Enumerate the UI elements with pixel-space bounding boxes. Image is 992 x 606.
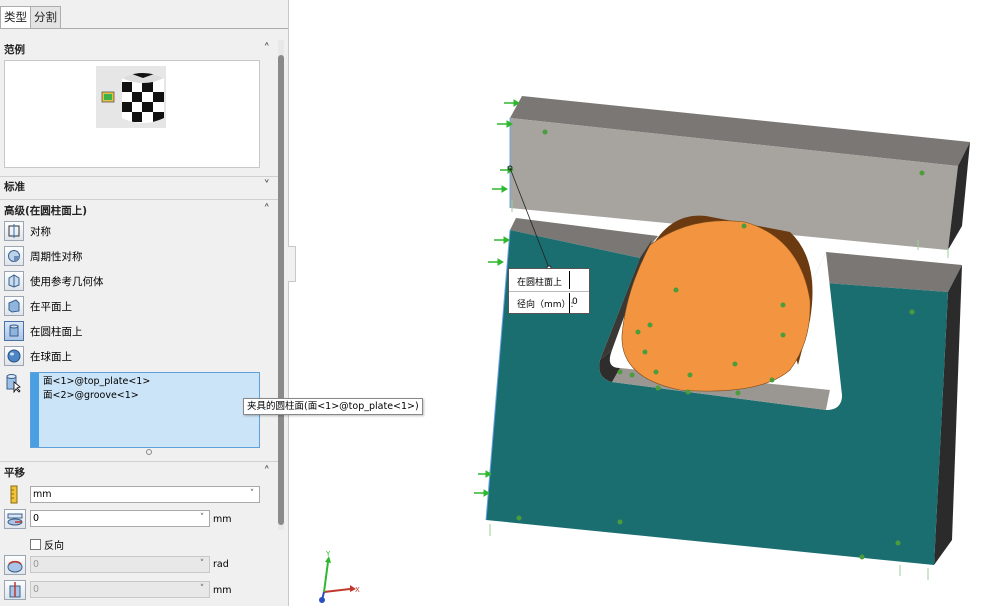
graphics-viewport[interactable]: Y X 在圆柱面上 径向（mm）: 0 xyxy=(290,0,992,606)
chevron-up-icon[interactable]: ˄ xyxy=(264,462,271,484)
panel-tabs: 类型 分割 xyxy=(0,6,61,28)
tab-split[interactable]: 分割 xyxy=(30,6,61,28)
triad-y-label: Y xyxy=(325,550,331,558)
units-select[interactable]: mm ˅ xyxy=(30,486,260,503)
section-example-title: 范例 xyxy=(4,44,25,56)
option-on-cylindrical-faces[interactable]: 在圆柱面上 xyxy=(4,320,83,342)
option-label: 使用参考几何体 xyxy=(30,275,104,288)
axial-unit: mm xyxy=(213,585,232,596)
radial-direction-icon[interactable] xyxy=(4,509,26,529)
units-icon xyxy=(8,485,20,505)
cyclic-symmetry-icon xyxy=(4,246,24,266)
callout-radial-label: 径向（mm）: xyxy=(517,300,574,310)
option-symmetric[interactable]: 对称 xyxy=(4,220,51,242)
circumferential-unit: rad xyxy=(213,559,229,570)
list-item[interactable]: 面<1>@top_plate<1> xyxy=(43,375,259,389)
tab-divider xyxy=(0,28,288,29)
chevron-down-icon[interactable]: ˅ xyxy=(264,176,271,198)
symmetric-icon xyxy=(4,221,24,241)
axial-value-input[interactable]: 0 ˅ xyxy=(30,581,210,598)
radial-value-input[interactable]: 0 ˅ xyxy=(30,510,210,527)
section-standard-title: 标准 xyxy=(4,181,25,193)
model-scene[interactable]: Y X xyxy=(290,0,992,606)
chevron-down-icon[interactable]: ˅ xyxy=(245,487,259,502)
axial-direction-icon[interactable] xyxy=(4,580,26,600)
section-advanced-header[interactable]: 高级(在圆柱面上) ˄ xyxy=(0,200,278,222)
circumferential-value: 0 xyxy=(33,559,40,570)
chevron-up-icon[interactable]: ˄ xyxy=(264,200,271,222)
option-on-flat-faces[interactable]: 在平面上 xyxy=(4,295,72,317)
reverse-checkbox[interactable]: 反向 xyxy=(30,537,64,552)
on-flat-faces-icon xyxy=(4,296,24,316)
selected-faces-list[interactable]: 面<1>@top_plate<1> 面<2>@groove<1> xyxy=(30,372,260,448)
view-triad: Y X xyxy=(319,550,360,603)
callout-divider xyxy=(509,291,589,292)
callout-title: 在圆柱面上 xyxy=(517,278,563,288)
panel-scrollbar[interactable] xyxy=(278,40,284,530)
axial-value: 0 xyxy=(33,584,40,595)
chevron-down-icon[interactable]: ˅ xyxy=(195,557,209,572)
section-advanced-title: 高级(在圆柱面上) xyxy=(4,205,88,217)
reference-geometry-icon xyxy=(4,271,24,291)
option-label: 在圆柱面上 xyxy=(30,325,83,338)
option-label: 在平面上 xyxy=(30,300,72,313)
option-reference-geometry[interactable]: 使用参考几何体 xyxy=(4,270,104,292)
triad-x-label: X xyxy=(355,586,360,594)
section-example-header[interactable]: 范例 ˄ xyxy=(0,39,278,61)
tab-type[interactable]: 类型 xyxy=(0,6,31,28)
fixture-callout[interactable]: 在圆柱面上 径向（mm）: 0 xyxy=(508,268,590,314)
scrollbar-thumb[interactable] xyxy=(278,55,284,525)
property-manager-panel: 类型 分割 范例 ˄ 标准 ˅ 高级(在圆柱面上) ˄ 对称 周期性对称 使用参… xyxy=(0,0,289,606)
callout-divider xyxy=(569,293,570,313)
selection-focus-bar xyxy=(31,373,39,447)
chevron-down-icon[interactable]: ˅ xyxy=(195,582,209,597)
option-label: 周期性对称 xyxy=(30,250,83,263)
units-value: mm xyxy=(33,489,52,500)
section-standard-header[interactable]: 标准 ˅ xyxy=(0,176,278,198)
checkbox-box[interactable] xyxy=(30,539,41,550)
option-label: 对称 xyxy=(30,225,51,238)
circumferential-direction-icon[interactable] xyxy=(4,555,26,575)
example-preview-image xyxy=(96,66,166,128)
cylindrical-face-selection-icon xyxy=(5,373,21,394)
option-on-spherical-faces[interactable]: 在球面上 xyxy=(4,345,72,367)
callout-divider xyxy=(569,271,570,289)
radial-unit: mm xyxy=(213,514,232,525)
option-label: 在球面上 xyxy=(30,350,72,363)
option-cyclic-symmetry[interactable]: 周期性对称 xyxy=(4,245,83,267)
section-translation-title: 平移 xyxy=(4,467,25,479)
chevron-up-icon[interactable]: ˄ xyxy=(264,39,271,61)
circumferential-value-input[interactable]: 0 ˅ xyxy=(30,556,210,573)
list-item[interactable]: 面<2>@groove<1> xyxy=(43,389,259,403)
reverse-label: 反向 xyxy=(44,541,64,552)
on-cylindrical-faces-icon xyxy=(4,321,24,341)
radial-value: 0 xyxy=(33,513,40,524)
resize-handle[interactable] xyxy=(146,449,152,455)
on-spherical-faces-icon xyxy=(4,346,24,366)
callout-radial-value[interactable]: 0 xyxy=(572,297,578,307)
chevron-down-icon[interactable]: ˅ xyxy=(195,511,209,526)
section-translation-header[interactable]: 平移 ˄ xyxy=(0,462,278,484)
